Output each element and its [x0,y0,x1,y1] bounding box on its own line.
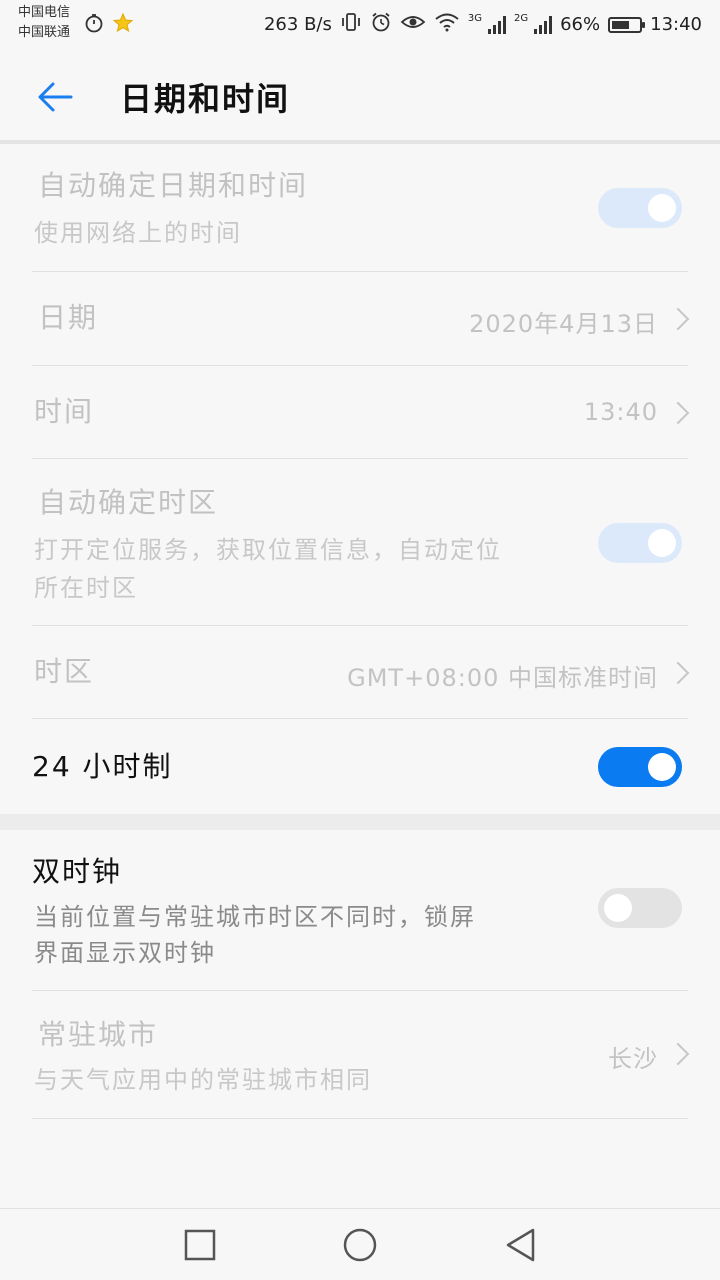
date-row[interactable]: 日期 2020年4月13日 [32,272,690,366]
home-button[interactable] [340,1225,380,1265]
home-city-subtitle: 与天气应用中的常驻城市相同 [34,1066,372,1094]
auto-timezone-subtitle-2: 所在时区 [34,574,138,602]
signal-icon-2 [534,15,553,34]
datetime-card: 自动确定日期和时间 使用网络上的时间 日期 2020年4月13日 时间 13:4… [0,144,720,814]
carrier-info: 中国电信 中国联通 [18,3,70,43]
back-button[interactable] [30,72,80,122]
carrier-2: 中国联通 [18,25,71,40]
time-row[interactable]: 时间 13:40 [32,366,690,459]
toggle-knob [604,894,632,922]
eye-comfort-icon [400,12,426,37]
hour24-row[interactable]: 24 小时制 [32,719,688,814]
back-arrow-icon [38,82,73,112]
status-right: 263 B/s 3G 2G 66% 13:40 [264,11,702,38]
circle-icon [343,1228,377,1262]
timezone-value: GMT+08:00 中国标准时间 [347,664,658,692]
time-title: 时间 [34,395,95,428]
battery-percent: 66% [560,14,601,35]
dual-clock-subtitle-2: 界面显示双时钟 [34,939,216,967]
hour24-title: 24 小时制 [32,750,173,783]
back-nav-button[interactable] [500,1225,540,1265]
chevron-right-icon [666,661,690,685]
toggle-knob [648,194,676,222]
carrier-1: 中国电信 [18,5,71,20]
auto-datetime-subtitle: 使用网络上的时间 [34,219,242,247]
vibrate-icon [340,11,362,38]
toggle-knob [648,753,676,781]
wifi-icon [434,12,460,37]
timezone-row[interactable]: 时区 GMT+08:00 中国标准时间 [32,626,690,719]
auto-timezone-title: 自动确定时区 [38,486,219,519]
settings-list: 自动确定日期和时间 使用网络上的时间 日期 2020年4月13日 时间 13:4… [0,144,720,1119]
dual-clock-subtitle-1: 当前位置与常驻城市时区不同时，锁屏 [34,903,476,931]
auto-datetime-title: 自动确定日期和时间 [38,169,309,202]
page-title: 日期和时间 [120,80,291,118]
battery-fill [612,20,630,29]
timezone-title: 时区 [34,655,95,688]
toggle-knob [648,529,676,557]
home-city-title: 常驻城市 [38,1018,159,1051]
dual-clock-card: 双时钟 当前位置与常驻城市时区不同时，锁屏 界面显示双时钟 常驻城市 与天气应用… [0,830,720,1119]
clock: 13:40 [650,14,702,35]
timer-icon [84,13,104,38]
star-icon [112,12,134,39]
chevron-right-icon [666,1042,690,1066]
hour24-toggle[interactable] [598,747,682,787]
section-divider [0,814,720,830]
auto-datetime-toggle[interactable] [598,188,682,228]
triangle-back-icon [506,1228,535,1262]
recents-button[interactable] [180,1225,220,1265]
chevron-right-icon [666,401,690,425]
auto-timezone-toggle[interactable] [598,523,682,563]
dual-clock-row[interactable]: 双时钟 当前位置与常驻城市时区不同时，锁屏 界面显示双时钟 [32,830,688,991]
auto-datetime-row[interactable]: 自动确定日期和时间 使用网络上的时间 [32,144,688,272]
screen: 中国电信 中国联通 263 B/s 3G 2G 66% 13:40 日期和时间 … [0,0,720,1280]
net-3g-label: 3G [467,13,482,24]
app-header: 日期和时间 [0,50,720,142]
battery-icon [608,16,646,33]
signal-icon-1 [487,15,506,34]
net-speed: 263 B/s [263,14,332,35]
alarm-icon [370,11,392,38]
status-bar: 中国电信 中国联通 263 B/s 3G 2G 66% 13:40 [0,0,720,50]
home-city-value: 长沙 [608,1045,658,1073]
date-value: 2020年4月13日 [469,310,658,338]
status-left-icons [84,12,134,39]
square-icon [184,1229,216,1261]
chevron-right-icon [666,307,690,331]
dual-clock-title: 双时钟 [32,855,123,888]
dual-clock-toggle[interactable] [598,888,682,928]
auto-timezone-row[interactable]: 自动确定时区 打开定位服务，获取位置信息，自动定位 所在时区 [32,459,688,626]
net-2g-label: 2G [513,13,529,24]
time-value: 13:40 [583,398,658,426]
date-title: 日期 [38,301,99,334]
auto-timezone-subtitle-1: 打开定位服务，获取位置信息，自动定位 [34,536,502,564]
home-city-row[interactable]: 常驻城市 与天气应用中的常驻城市相同 长沙 [32,991,690,1119]
navigation-bar [0,1208,720,1280]
